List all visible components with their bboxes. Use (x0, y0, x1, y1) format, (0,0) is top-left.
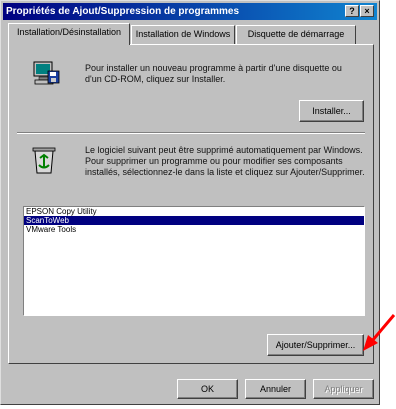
title-bar[interactable]: Propriétés de Ajout/Suppression de progr… (3, 3, 377, 20)
tab-windows-setup[interactable]: Installation de Windows (131, 25, 235, 44)
add-remove-button[interactable]: Ajouter/Supprimer... (267, 334, 364, 356)
apply-button: Appliquer (313, 379, 374, 399)
ok-button[interactable]: OK (177, 379, 238, 399)
close-button[interactable]: × (360, 5, 374, 17)
list-item-vmware-tools[interactable]: VMware Tools (24, 225, 364, 234)
close-icon: × (364, 6, 370, 16)
installed-programs-list[interactable]: EPSON Copy Utility ScanToWeb VMware Tool… (23, 206, 365, 316)
tab-startup-disk[interactable]: Disquette de démarrage (236, 25, 356, 44)
help-icon: ? (349, 6, 355, 16)
tab-panel (8, 44, 374, 364)
annotation-arrow-icon (363, 314, 396, 351)
remove-instructions: Le logiciel suivant peut être supprimé a… (85, 145, 365, 177)
window-title: Propriétés de Ajout/Suppression de progr… (6, 6, 240, 17)
list-item-scantoweb[interactable]: ScanToWeb (24, 216, 364, 225)
install-instructions: Pour installer un nouveau programme à pa… (85, 63, 342, 84)
help-button[interactable]: ? (345, 5, 359, 17)
tab-install-uninstall[interactable]: Installation/Désinstallation (8, 23, 130, 45)
tab-windows-setup-label: Installation de Windows (135, 29, 231, 39)
install-computer-icon (33, 61, 60, 85)
install-button[interactable]: Installer... (299, 100, 364, 122)
list-item-epson-copy-utility[interactable]: EPSON Copy Utility (24, 207, 364, 216)
tab-install-uninstall-label: Installation/Désinstallation (16, 27, 122, 37)
cancel-button[interactable]: Annuler (245, 379, 306, 399)
recycle-bin-icon (32, 147, 56, 174)
tab-startup-disk-label: Disquette de démarrage (247, 29, 345, 39)
section-divider (17, 132, 365, 134)
add-remove-programs-dialog: Propriétés de Ajout/Suppression de progr… (0, 0, 380, 405)
